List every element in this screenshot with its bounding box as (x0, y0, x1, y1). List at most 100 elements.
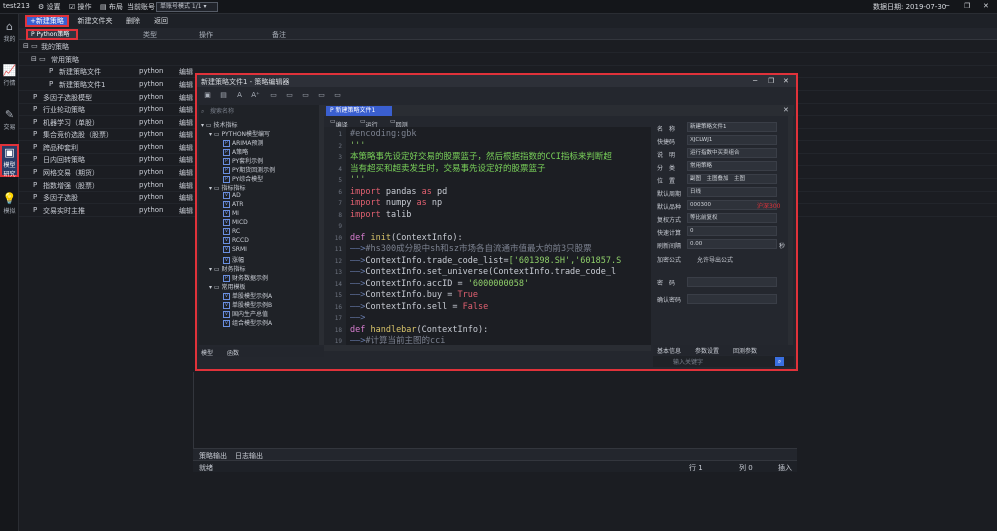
close-tab-icon[interactable]: ✕ (783, 106, 789, 114)
table-row[interactable]: ⊟ ▭ 常用策略 (19, 53, 997, 66)
import-icon[interactable]: ▭ (269, 90, 278, 100)
tree-node[interactable]: V ATR (223, 201, 243, 208)
tree-node[interactable]: V 涨幅 (223, 255, 244, 264)
edit-link[interactable]: 编辑 (179, 93, 193, 103)
back-button[interactable]: 返回 (149, 15, 173, 27)
tab-functions[interactable]: 函数 (227, 348, 239, 357)
tree-node[interactable]: P PY综合模型 (223, 174, 263, 183)
property-value[interactable]: 日线 (687, 187, 777, 197)
edit-link[interactable]: 编辑 (179, 193, 193, 203)
property-value[interactable]: 运行指数中买卖组合 (687, 148, 777, 158)
font-size-up-icon[interactable]: A⁺ (251, 90, 260, 100)
edit-link[interactable]: 编辑 (179, 181, 193, 191)
file-tab[interactable]: P 新建策略文件1 (326, 106, 392, 116)
tab-backtest-params[interactable]: 回测参数 (733, 346, 757, 355)
encrypt-formula-checkbox[interactable]: 加密公式 (657, 255, 681, 264)
property-value[interactable]: XJCLWJ1 (687, 135, 777, 145)
property-value[interactable]: 等比前复权 (687, 213, 777, 223)
tree-node[interactable]: V 单股模型示例A (223, 291, 272, 300)
code-line: def init(ContextInfo): (350, 232, 463, 243)
sidebar-item-market[interactable]: 📈 行情 (0, 64, 19, 94)
edit-link[interactable]: 编辑 (179, 206, 193, 216)
sidebar-item-trade[interactable]: ✎ 交易 (0, 108, 19, 138)
copy-icon[interactable]: ▭ (301, 90, 310, 100)
edit-link[interactable]: 编辑 (179, 155, 193, 165)
tree-node[interactable]: ▾ ▭ 技术指标 (201, 120, 238, 129)
edit-link[interactable]: 编辑 (179, 130, 193, 140)
search-icon[interactable]: ⌕ (775, 357, 784, 366)
save-icon[interactable]: ▣ (203, 90, 212, 100)
minimize-button[interactable]: ─ (945, 2, 949, 10)
find-icon[interactable]: ▭ (333, 90, 342, 100)
run-button[interactable]: ▭ 运行 (360, 118, 378, 129)
font-size-icon[interactable]: A (235, 90, 244, 100)
property-value[interactable]: 0.00 (687, 239, 777, 249)
properties-scrollbar[interactable] (788, 116, 793, 345)
account-mode-select[interactable]: 单账号模式 1/1 ▾ (156, 2, 218, 12)
property-value[interactable]: 新建策略文件1 (687, 122, 777, 132)
tree-node[interactable]: ▾ ▭ 财务指标 (209, 264, 246, 273)
layout-menu[interactable]: ▤ 布局 (100, 2, 123, 12)
sidebar-item-mine[interactable]: ⌂ 我的 (0, 20, 19, 50)
maximize-button[interactable]: ❐ (964, 2, 970, 10)
tree-search-input[interactable]: ⌕ 搜索名称 (201, 107, 317, 117)
new-strategy-button[interactable]: +新建策略 (25, 15, 69, 27)
tree-node[interactable]: P PY套利示例 (223, 156, 263, 165)
python-strategy-dropdown[interactable]: P Python策略 (26, 29, 78, 40)
edit-link[interactable]: 编辑 (179, 143, 193, 153)
sidebar-item-sim[interactable]: 💡 模拟 (0, 192, 19, 222)
code-editor[interactable]: 1 2 3 4 5 6 7 8 9 10 11 12 13 14 15 16 17 18 19 #encoding:… (324, 127, 651, 345)
file-tab-bar: P 新建策略文件1 ✕ (324, 105, 794, 116)
tree-toggle[interactable]: ⊟ ▭ (23, 42, 38, 50)
paste-icon[interactable]: ▭ (317, 90, 326, 100)
property-value[interactable]: 常用策略 (687, 161, 777, 171)
tree-node[interactable]: V AD (223, 192, 241, 199)
settings-menu[interactable]: ⚙ 设置 (38, 2, 61, 12)
code-hscrollbar[interactable] (324, 345, 651, 351)
property-value[interactable]: 副图 主图叠加 主图 (687, 174, 777, 184)
sidebar-item-model[interactable]: ▣ 模型研究 (0, 144, 19, 178)
allow-export-checkbox[interactable]: 允许导出公式 (697, 255, 733, 264)
keyword-input[interactable]: 输入关键字 (673, 357, 773, 366)
tree-node[interactable]: ▾ ▭ PYTHON模型编写 (209, 129, 270, 138)
compile-button[interactable]: ▭ 编译 (330, 118, 348, 129)
operate-menu[interactable]: ☑ 操作 (69, 2, 92, 12)
edit-link[interactable]: 编辑 (179, 118, 193, 128)
tree-node[interactable]: V RC (223, 228, 240, 235)
editor-minimize-button[interactable]: ─ (753, 77, 757, 85)
tree-node[interactable]: P PY期货回测示例 (223, 165, 275, 174)
tree-node[interactable]: P 财务数据示例 (223, 273, 268, 282)
save-as-icon[interactable]: ▤ (219, 90, 228, 100)
edit-link[interactable]: 编辑 (179, 67, 193, 77)
tree-toggle[interactable]: ⊟ ▭ (31, 55, 46, 63)
tree-node[interactable]: V MI (223, 210, 239, 217)
password-input[interactable] (687, 277, 777, 287)
tree-node[interactable]: V RCCD (223, 237, 249, 244)
tab-models[interactable]: 模型 (201, 348, 213, 357)
edit-link[interactable]: 编辑 (179, 168, 193, 178)
editor-maximize-button[interactable]: ❐ (768, 77, 774, 85)
tree-node[interactable]: P ARIMA预测 (223, 138, 263, 147)
new-folder-button[interactable]: 新建文件夹 (73, 15, 117, 27)
tree-node[interactable]: V SRMI (223, 246, 247, 253)
export-icon[interactable]: ▭ (285, 90, 294, 100)
tree-node[interactable]: ▾ ▭ 常用模板 (209, 282, 246, 291)
tree-node[interactable]: P A策略 (223, 147, 248, 156)
tree-node[interactable]: V 组合模型示例A (223, 318, 272, 327)
tree-node[interactable]: V 单股模型示例B (223, 300, 272, 309)
confirm-password-input[interactable] (687, 294, 777, 304)
edit-link[interactable]: 编辑 (179, 80, 193, 90)
delete-button[interactable]: 删除 (121, 15, 145, 27)
tree-node[interactable]: V MICD (223, 219, 248, 226)
close-button[interactable]: ✕ (983, 2, 989, 10)
tab-basic-info[interactable]: 基本信息 (657, 346, 681, 355)
table-row[interactable]: ⊟ ▭ 我的策略 (19, 40, 997, 53)
tree-node[interactable]: V 国内生产总值 (223, 309, 268, 318)
property-value[interactable]: 0 (687, 226, 777, 236)
code-line: #encoding:gbk (350, 129, 417, 139)
tree-node[interactable]: ▾ ▭ 指标指标 (209, 183, 246, 192)
tab-params[interactable]: 参数设置 (695, 346, 719, 355)
edit-link[interactable]: 编辑 (179, 105, 193, 115)
editor-close-button[interactable]: ✕ (783, 77, 789, 85)
backtest-button[interactable]: ▭ 回测 (390, 118, 408, 129)
